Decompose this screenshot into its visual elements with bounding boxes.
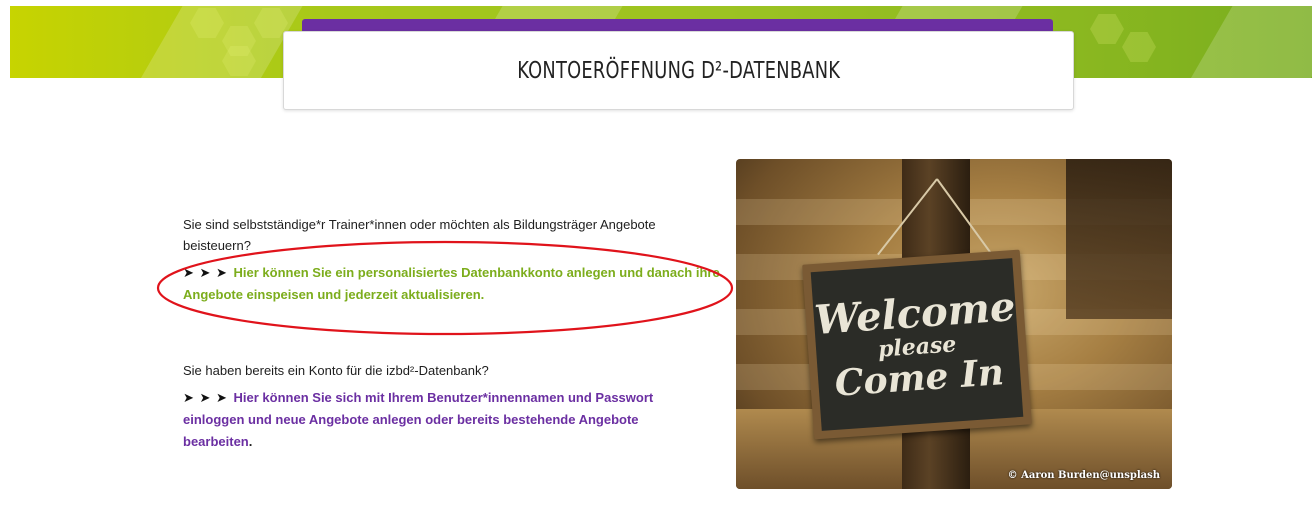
title-card: KONTOERÖFFNUNG D²-DATENBANK — [283, 31, 1074, 110]
arrow-icons: ➤ ➤ ➤ — [183, 390, 228, 405]
title-accent-bar — [302, 19, 1053, 31]
register-section: Sie sind selbstständige*r Trainer*innen … — [183, 214, 723, 306]
arrow-icons: ➤ ➤ ➤ — [183, 265, 228, 280]
login-question: Sie haben bereits ein Konto für die izbd… — [183, 363, 489, 378]
login-link[interactable]: Hier können Sie sich mit Ihrem Benutzer*… — [183, 390, 653, 449]
login-link-period: . — [248, 434, 253, 449]
chalk-text: Welcome — [812, 282, 1017, 344]
page-title: KONTOERÖFFNUNG D²-DATENBANK — [517, 57, 840, 84]
register-link[interactable]: Hier können Sie ein personalisiertes Dat… — [183, 265, 720, 302]
login-section: Sie haben bereits ein Konto für die izbd… — [183, 360, 683, 453]
register-question: Sie sind selbstständige*r Trainer*innen … — [183, 217, 656, 253]
welcome-photo: Welcome please Come In © Aaron Burden@un… — [736, 159, 1172, 489]
photo-credit: © Aaron Burden@unsplash — [1007, 470, 1160, 481]
chalkboard-sign: Welcome please Come In — [802, 249, 1032, 440]
login-link-line: ➤ ➤ ➤ Hier können Sie sich mit Ihrem Ben… — [183, 387, 683, 453]
chalk-text: Come In — [833, 350, 1006, 405]
register-link-line: ➤ ➤ ➤ Hier können Sie ein personalisiert… — [183, 262, 723, 306]
